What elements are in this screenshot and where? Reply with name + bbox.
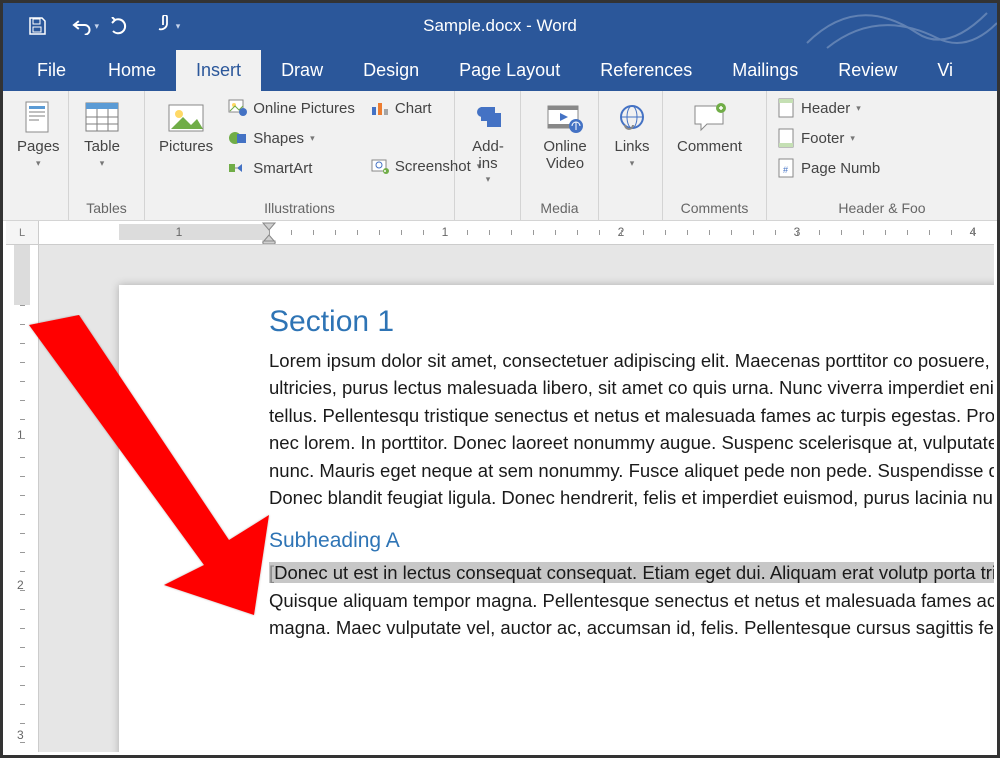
header-button[interactable]: Header▾ [775,95,880,121]
heading-section1[interactable]: Section 1 [269,305,994,339]
smartart-button[interactable]: SmartArt [227,155,355,181]
comments-group-label: Comments [671,200,758,218]
tab-page-layout[interactable]: Page Layout [439,50,580,91]
tab-review[interactable]: Review [818,50,917,91]
hf-group-label: Header & Foo [775,200,989,218]
horizontal-ruler[interactable]: 1 1 2 3 4 [39,221,994,245]
chart-icon [369,97,391,119]
online-pictures-button[interactable]: Online Pictures [227,95,355,121]
decoration-swirl [797,3,997,49]
online-video-button[interactable]: Online Video [529,95,601,176]
media-group-label: Media [529,200,590,218]
tab-file[interactable]: File [15,50,88,91]
online-pictures-icon [227,97,249,119]
pages-button[interactable]: Pages ▾ [11,95,66,173]
group-illustrations: Pictures Online Pictures Shapes▾ SmartAr… [145,91,455,220]
tab-references[interactable]: References [580,50,712,91]
table-icon [83,99,121,137]
tab-draw[interactable]: Draw [261,50,343,91]
addins-icon [469,99,507,137]
online-video-label: Online Video [535,139,595,172]
page-number-button[interactable]: # Page Numb [775,155,880,181]
header-icon [775,97,797,119]
save-icon[interactable] [23,12,51,40]
online-video-icon [546,99,584,137]
shapes-button[interactable]: Shapes▾ [227,125,355,151]
pictures-button[interactable]: Pictures [153,95,219,160]
quick-access-toolbar: ▾ ▾ [3,12,181,40]
group-links: Links ▾ [599,91,663,220]
footer-button[interactable]: Footer▾ [775,125,880,151]
tab-view-cut[interactable]: Vi [917,50,973,91]
document-area[interactable]: Section 1 Lorem ipsum dolor sit amet, co… [39,245,994,752]
tables-group-label: Tables [77,200,136,218]
screenshot-icon [369,155,391,177]
touch-mode-icon[interactable]: ▾ [153,12,181,40]
footer-icon [775,127,797,149]
ribbon: Pages ▾ Table ▾ Tables [3,91,997,221]
smartart-icon [227,157,249,179]
tab-home[interactable]: Home [88,50,176,91]
page-number-icon: # [775,157,797,179]
comment-label: Comment [677,139,742,156]
paragraph-2[interactable]: [Donec ut est in lectus consequat conseq… [269,559,994,641]
comment-icon [691,99,729,137]
links-button[interactable]: Links ▾ [607,95,657,173]
group-media: Online Video Media [521,91,599,220]
pages-label: Pages [17,139,60,156]
heading-sub-a[interactable]: Subheading A [269,529,994,553]
table-button[interactable]: Table ▾ [77,95,127,173]
addins-label: Add-ins [469,139,507,172]
tab-design[interactable]: Design [343,50,439,91]
addins-button[interactable]: Add-ins ▾ [463,95,513,189]
links-label: Links [614,139,649,156]
ribbon-tabs: File Home Insert Draw Design Page Layout… [3,49,997,91]
svg-text:#: # [783,165,788,175]
paragraph-1[interactable]: Lorem ipsum dolor sit amet, consectetuer… [269,347,994,511]
pictures-icon [167,99,205,137]
comment-button[interactable]: Comment [671,95,748,160]
table-label: Table [84,139,120,156]
group-comments: Comment Comments [663,91,767,220]
group-addins: Add-ins ▾ [455,91,521,220]
shapes-icon [227,127,249,149]
ruler-corner[interactable]: L [6,221,39,245]
group-pages: Pages ▾ [3,91,69,220]
redo-icon[interactable] [105,12,133,40]
illustrations-group-label: Illustrations [153,200,446,218]
selected-text[interactable]: [Donec ut est in lectus consequat conseq… [269,562,994,583]
tab-insert[interactable]: Insert [176,50,261,91]
pages-icon [19,99,57,137]
group-tables: Table ▾ Tables [69,91,145,220]
undo-icon[interactable]: ▾ [71,12,99,40]
group-header-footer: Header▾ Footer▾ # Page Numb Header & Foo [767,91,997,220]
vertical-ruler[interactable]: 1 2 3 [6,245,39,752]
links-icon [613,99,651,137]
page[interactable]: Section 1 Lorem ipsum dolor sit amet, co… [119,285,994,752]
tab-mailings[interactable]: Mailings [712,50,818,91]
pictures-label: Pictures [159,139,213,156]
title-bar: ▾ ▾ Sample.docx - Word [3,3,997,49]
